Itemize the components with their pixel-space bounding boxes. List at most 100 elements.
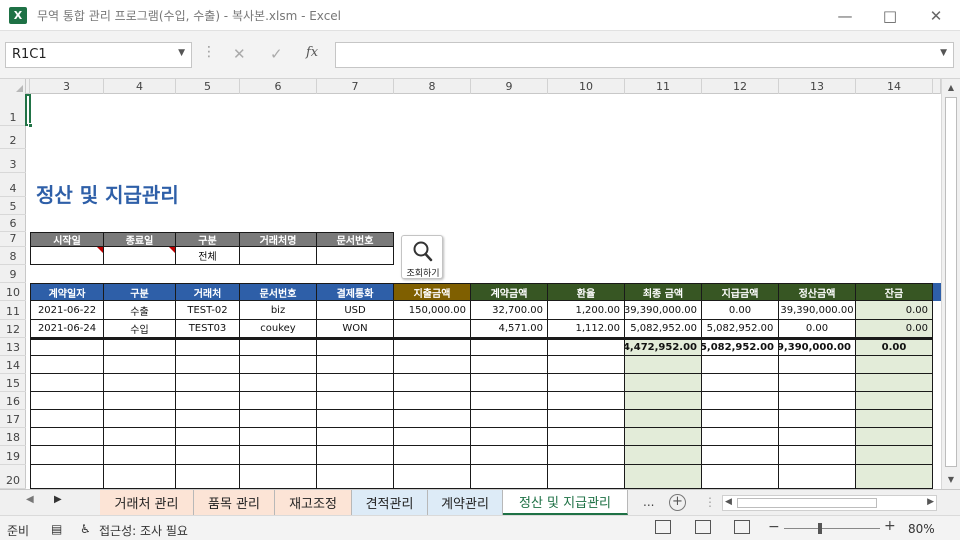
empty-cell[interactable] bbox=[176, 465, 240, 489]
empty-cell[interactable] bbox=[779, 374, 856, 392]
empty-cell[interactable] bbox=[240, 410, 317, 428]
empty-cell[interactable] bbox=[176, 356, 240, 374]
empty-cell[interactable] bbox=[625, 465, 702, 489]
sheet-tab[interactable]: 정산 및 지급관리 bbox=[503, 490, 628, 515]
empty-cell[interactable] bbox=[176, 410, 240, 428]
row-header[interactable]: 19 bbox=[0, 446, 26, 465]
page-break-view-icon[interactable] bbox=[734, 520, 750, 534]
empty-cell[interactable] bbox=[471, 410, 548, 428]
empty-cell[interactable] bbox=[779, 428, 856, 446]
filter-input[interactable]: 전체 bbox=[176, 247, 240, 265]
empty-cell[interactable] bbox=[317, 356, 394, 374]
empty-cell[interactable] bbox=[856, 446, 933, 465]
close-icon[interactable]: ✕ bbox=[913, 0, 959, 31]
total-cell[interactable]: 5,082,952.00 bbox=[702, 338, 779, 356]
column-header[interactable]: 7 bbox=[317, 79, 394, 94]
empty-cell[interactable] bbox=[471, 465, 548, 489]
add-sheet-icon[interactable]: + bbox=[669, 494, 686, 511]
empty-cell[interactable] bbox=[625, 410, 702, 428]
scroll-left-icon[interactable]: ◀ bbox=[725, 497, 732, 507]
empty-cell[interactable] bbox=[240, 428, 317, 446]
empty-cell[interactable] bbox=[240, 356, 317, 374]
empty-cell[interactable] bbox=[702, 392, 779, 410]
column-header[interactable]: 11 bbox=[625, 79, 702, 94]
table-cell[interactable]: 39,390,000.00 bbox=[779, 301, 856, 320]
column-header[interactable]: 12 bbox=[702, 79, 779, 94]
column-header[interactable]: 13 bbox=[779, 79, 856, 94]
empty-cell[interactable] bbox=[104, 465, 176, 489]
table-cell[interactable]: 39,390,000.00 bbox=[625, 301, 702, 320]
empty-cell[interactable] bbox=[779, 392, 856, 410]
zoom-out-icon[interactable]: − bbox=[768, 519, 780, 535]
filter-input[interactable] bbox=[240, 247, 317, 265]
table-cell[interactable]: 1,112.00 bbox=[548, 320, 625, 338]
empty-cell[interactable] bbox=[779, 356, 856, 374]
table-cell[interactable]: 4,571.00 bbox=[471, 320, 548, 338]
row-header[interactable]: 14 bbox=[0, 356, 26, 374]
row-header[interactable]: 2 bbox=[0, 126, 26, 149]
filter-input[interactable] bbox=[104, 247, 176, 265]
filter-input[interactable] bbox=[317, 247, 394, 265]
sheet-tab[interactable]: 계약관리 bbox=[428, 490, 503, 515]
empty-cell[interactable] bbox=[317, 374, 394, 392]
empty-cell[interactable] bbox=[779, 465, 856, 489]
empty-cell[interactable] bbox=[702, 374, 779, 392]
column-header[interactable]: 10 bbox=[548, 79, 625, 94]
empty-cell[interactable] bbox=[394, 392, 471, 410]
chevron-down-icon[interactable]: ▼ bbox=[178, 48, 185, 58]
row-header[interactable]: 16 bbox=[0, 392, 26, 410]
row-header[interactable]: 7 bbox=[0, 232, 26, 247]
empty-cell[interactable] bbox=[779, 446, 856, 465]
column-header[interactable]: 14 bbox=[856, 79, 933, 94]
total-cell[interactable] bbox=[176, 338, 240, 356]
worksheet-grid[interactable]: 3 4 5 6 7 8 9 10 11 12 13 14 1 2 3 4 5 6 7 8 9 10 11 12 13 14 15 1… bbox=[0, 79, 941, 489]
zoom-slider-thumb[interactable] bbox=[818, 523, 822, 534]
scroll-down-icon[interactable]: ▼ bbox=[942, 471, 960, 489]
row-header[interactable]: 12 bbox=[0, 320, 26, 338]
empty-cell[interactable] bbox=[856, 392, 933, 410]
empty-cell[interactable] bbox=[856, 428, 933, 446]
empty-cell[interactable] bbox=[104, 356, 176, 374]
row-header[interactable]: 8 bbox=[0, 247, 26, 265]
empty-cell[interactable] bbox=[625, 428, 702, 446]
table-cell[interactable]: TEST03 bbox=[176, 320, 240, 338]
total-cell[interactable] bbox=[104, 338, 176, 356]
zoom-in-icon[interactable]: + bbox=[884, 518, 896, 534]
scroll-up-icon[interactable]: ▲ bbox=[942, 79, 960, 97]
row-header[interactable]: 6 bbox=[0, 215, 26, 232]
select-all-corner[interactable] bbox=[0, 79, 26, 94]
filter-input[interactable] bbox=[30, 247, 104, 265]
table-cell[interactable]: coukey bbox=[240, 320, 317, 338]
column-header[interactable]: 3 bbox=[30, 79, 104, 94]
page-layout-view-icon[interactable] bbox=[695, 520, 711, 534]
table-cell[interactable]: 32,700.00 bbox=[471, 301, 548, 320]
empty-cell[interactable] bbox=[30, 446, 104, 465]
empty-cell[interactable] bbox=[471, 356, 548, 374]
empty-cell[interactable] bbox=[176, 392, 240, 410]
total-cell[interactable]: 44,472,952.00 bbox=[625, 338, 702, 356]
empty-cell[interactable] bbox=[779, 410, 856, 428]
row-header[interactable]: 1 bbox=[0, 94, 26, 126]
empty-cell[interactable] bbox=[856, 374, 933, 392]
empty-cell[interactable] bbox=[104, 374, 176, 392]
table-cell[interactable]: 5,082,952.00 bbox=[625, 320, 702, 338]
column-header[interactable]: 8 bbox=[394, 79, 471, 94]
empty-cell[interactable] bbox=[176, 374, 240, 392]
zoom-slider[interactable] bbox=[784, 528, 880, 529]
empty-cell[interactable] bbox=[30, 356, 104, 374]
empty-cell[interactable] bbox=[548, 356, 625, 374]
cell-area[interactable]: 정산 및 지급관리 시작일 종료일 구분 거래처명 문서번호 전체 조회하기 계약일자 구분… bbox=[25, 94, 941, 489]
empty-cell[interactable] bbox=[625, 392, 702, 410]
vertical-scroll-thumb[interactable] bbox=[945, 97, 957, 467]
formula-input[interactable]: ▼ bbox=[335, 42, 954, 68]
table-cell[interactable]: USD bbox=[317, 301, 394, 320]
horizontal-scrollbar[interactable]: ◀ ▶ bbox=[722, 495, 937, 511]
empty-cell[interactable] bbox=[30, 392, 104, 410]
table-cell[interactable]: biz bbox=[240, 301, 317, 320]
empty-cell[interactable] bbox=[625, 356, 702, 374]
expand-formula-icon[interactable]: ▼ bbox=[940, 48, 947, 58]
empty-cell[interactable] bbox=[240, 465, 317, 489]
column-header[interactable]: 6 bbox=[240, 79, 317, 94]
macro-record-icon[interactable]: ▤ bbox=[51, 522, 62, 536]
total-cell[interactable] bbox=[548, 338, 625, 356]
